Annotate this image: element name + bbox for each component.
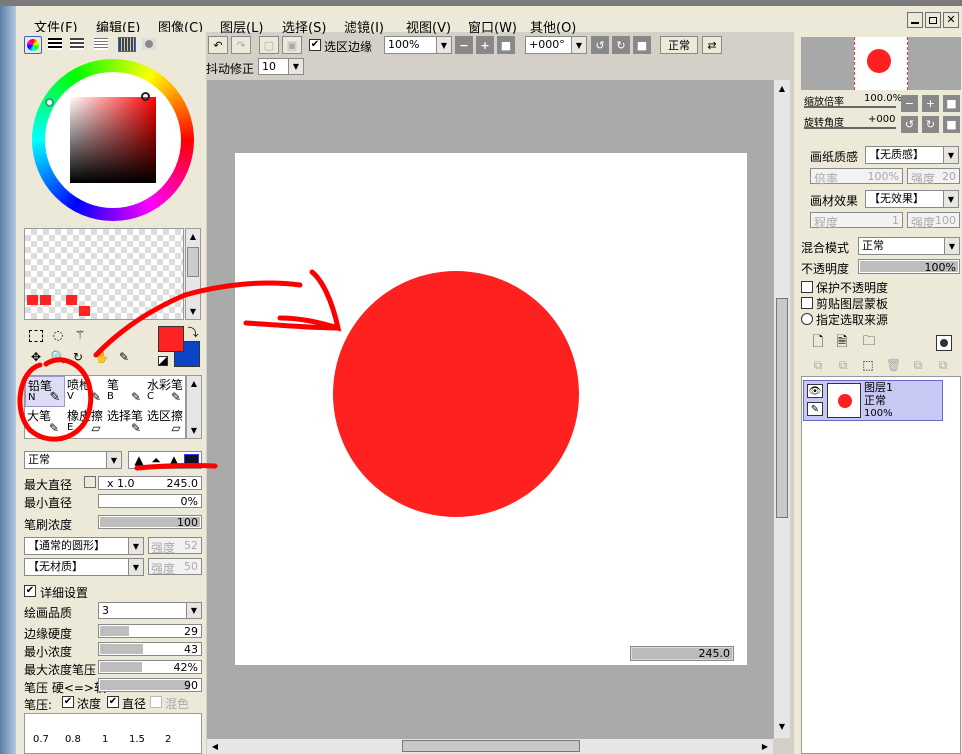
layer-mask-icon[interactable] [936,335,952,351]
effect-degree[interactable]: 程度 1 [810,212,903,230]
nav-rotate-slider[interactable] [804,127,896,129]
blend-mode-select[interactable]: 正常 ▼ [858,237,960,255]
visibility-eye-icon[interactable]: 👁 [807,384,823,398]
new-folder-icon[interactable]: 🗀 [861,335,877,349]
merge-down-icon[interactable]: ⧉ [836,358,850,372]
paper-texture-label: 画纸质感 [810,150,859,164]
layer-mode: 正常 [864,394,886,407]
lock-pen-icon[interactable]: ✎ [807,402,823,416]
transfer-down-icon[interactable]: ⧉ [811,358,825,372]
delete-mask-icon[interactable]: ⧉ [936,358,950,372]
nav-zoom-value: 100.0% [864,93,903,104]
effect-strength[interactable]: 强度 100 [907,212,960,230]
paper-rate[interactable]: 倍率 100% [810,168,903,186]
nav-rotate-value: +000 [868,114,896,125]
paper-strength[interactable]: 强度 20 [907,168,960,186]
opacity-slider[interactable]: 100% [858,259,960,274]
apply-mask-icon[interactable]: ⧉ [911,358,925,372]
protect-opacity-label: 保护不透明度 [816,281,889,295]
selection-source-label: 指定选取来源 [816,313,889,327]
new-layer-icon[interactable]: 🗋 [811,335,825,349]
nav-rotate-reset[interactable]: ■ [943,116,960,133]
nav-zoom-out[interactable]: − [901,95,918,112]
clipping-mask-label: 剪贴图层蒙板 [816,297,889,311]
layer-name: 图层1 [864,381,893,394]
nav-zoom-slider[interactable] [804,106,896,108]
delete-layer-icon[interactable]: 🗑 [886,358,901,372]
layer-row[interactable]: 👁 ✎ 图层1 正常 100% [803,380,943,421]
clear-layer-icon[interactable]: ⬚ [861,358,875,372]
navigator-preview[interactable] [801,37,961,90]
nav-rotate-left[interactable]: ↺ [901,116,918,133]
blend-mode-label: 混合模式 [801,241,850,255]
annotation-arrow-head [277,269,342,332]
opacity-label: 不透明度 [801,262,850,276]
layer-list [801,376,961,754]
annotation-arrow-curve [93,280,303,358]
nav-zoom-reset[interactable]: ■ [943,95,960,112]
chevron-down-icon: ▼ [943,147,958,163]
layer-thumbnail [827,383,861,418]
new-vector-layer-icon[interactable]: 🗎 [835,335,849,349]
layer-opacity: 100% [864,408,893,419]
material-effect-select[interactable]: 【无效果】 ▼ [865,190,959,208]
annotation-underline [134,463,218,471]
nav-rotate-right[interactable]: ↻ [922,116,939,133]
chevron-down-icon: ▼ [943,191,958,207]
chevron-down-icon: ▼ [944,238,959,254]
nav-zoom-in[interactable]: + [922,95,939,112]
protect-opacity-checkbox[interactable] [801,281,813,293]
clipping-mask-checkbox[interactable] [801,297,813,309]
annotation-circle [17,357,94,442]
material-effect-label: 画材效果 [810,194,859,208]
navigator-circle [867,49,891,73]
selection-source-radio[interactable] [801,313,813,325]
paper-texture-select[interactable]: 【无质感】 ▼ [865,146,959,164]
